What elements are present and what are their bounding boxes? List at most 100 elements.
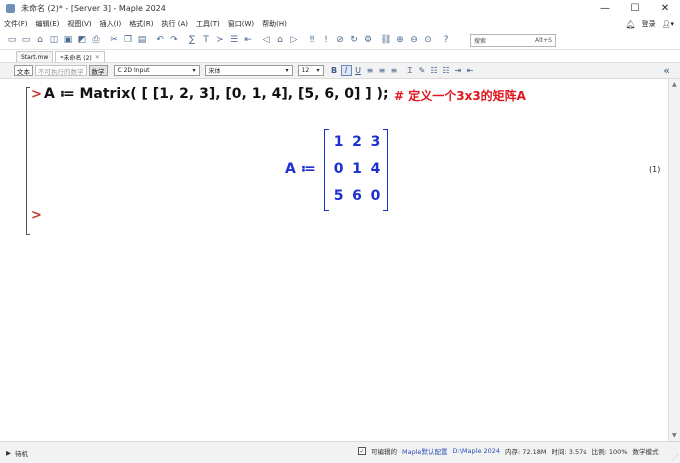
insert-section-icon[interactable]: ☰: [228, 34, 240, 46]
menu-file[interactable]: 文件(F): [0, 19, 32, 29]
matrix-output: 1 2 3 0 1 4 5 6 0: [324, 129, 388, 211]
insert-prompt-icon[interactable]: ≻: [214, 34, 226, 46]
user-icon[interactable]: 👤︎▾: [662, 20, 674, 28]
menu-insert[interactable]: 插入(I): [96, 19, 126, 29]
italic-button[interactable]: I: [340, 65, 352, 76]
open-url-icon[interactable]: ◫: [48, 34, 60, 46]
close-tab-icon[interactable]: ✕: [95, 54, 100, 61]
memory-usage: 内存: 72.18M: [505, 448, 547, 456]
menu-format[interactable]: 格式(R): [125, 19, 157, 29]
text-mode-button[interactable]: 文本: [14, 65, 33, 76]
indent-icon[interactable]: ⇥: [453, 65, 464, 76]
menu-view[interactable]: 视图(V): [63, 19, 95, 29]
help-icon[interactable]: ?: [440, 34, 452, 46]
text-color-icon[interactable]: Ꮖ: [405, 65, 416, 76]
zoom-level: 比例: 100%: [591, 448, 628, 456]
worksheet[interactable]: > A ≔ Matrix( [ [1, 2, 3], [0, 1, 4], [5…: [0, 79, 668, 441]
copy-icon[interactable]: ❐: [122, 34, 134, 46]
new-worksheet-icon[interactable]: ▭: [20, 34, 32, 46]
align-right-icon[interactable]: ≡: [389, 65, 400, 76]
matrix-row: 0 1 4: [325, 161, 389, 177]
matrix-cell: 4: [370, 161, 381, 177]
insert-math-icon[interactable]: ∑: [186, 34, 198, 46]
execution-group-bracket[interactable]: [26, 87, 30, 235]
resize-grip-icon[interactable]: ⋰: [672, 454, 678, 461]
editable-checkbox[interactable]: ✓: [358, 447, 366, 455]
login-link[interactable]: 登录: [642, 19, 656, 29]
matrix-cell: 5: [333, 188, 344, 204]
execute-all-icon[interactable]: ‼: [306, 34, 318, 46]
save-cloud-icon[interactable]: ◩: [76, 34, 88, 46]
matrix-cell: 1: [352, 161, 362, 177]
search-placeholder: 搜索: [474, 38, 487, 45]
minimize-button[interactable]: —: [590, 0, 620, 17]
status-play-icon: ▶: [6, 448, 11, 457]
redo-icon[interactable]: ↷: [168, 34, 180, 46]
bold-button[interactable]: B: [329, 65, 340, 76]
cut-icon[interactable]: ✂: [108, 34, 120, 46]
scroll-up-icon[interactable]: ▲: [672, 81, 677, 88]
style-select[interactable]: C 2D Input ▾: [113, 65, 200, 76]
undo-icon[interactable]: ↶: [154, 34, 166, 46]
execute-icon[interactable]: !: [320, 34, 332, 46]
paste-icon[interactable]: ▤: [136, 34, 148, 46]
restart-icon[interactable]: ↻: [348, 34, 360, 46]
numbered-list-icon[interactable]: ☷: [441, 65, 452, 76]
print-icon[interactable]: ⎙: [90, 34, 102, 46]
forward-icon[interactable]: ▷: [288, 34, 300, 46]
path-link[interactable]: D:\Maple 2024: [453, 447, 501, 455]
input-comment: # 定义一个3x3的矩阵A: [394, 89, 526, 103]
menu-edit[interactable]: 编辑(E): [32, 19, 64, 29]
menu-tools[interactable]: 工具(T): [192, 19, 224, 29]
font-select[interactable]: 宋体 ▾: [204, 65, 293, 76]
menu-help[interactable]: 帮助(H): [258, 19, 291, 29]
search-shortcut: Alt+S: [535, 37, 552, 44]
style-select-value: C 2D Input: [117, 67, 150, 74]
outdent-icon[interactable]: ⇤: [465, 65, 476, 76]
matrix-row: 1 2 3: [325, 134, 389, 150]
maximize-button[interactable]: ☐: [620, 0, 650, 17]
collapse-palette-icon[interactable]: «: [663, 64, 670, 77]
matrix-cell: 3: [370, 134, 381, 150]
equation-label[interactable]: (1): [649, 165, 660, 174]
zoom-in-icon[interactable]: ⊕: [394, 34, 406, 46]
config-link[interactable]: Maple默认配置: [402, 446, 448, 456]
input-mode: 数学模式: [632, 448, 659, 456]
new-document-icon[interactable]: ▭: [6, 34, 18, 46]
nonexec-math-button[interactable]: 不可执行的数学: [35, 65, 87, 76]
zoom-reset-icon[interactable]: ⊙: [422, 34, 434, 46]
highlight-icon[interactable]: ✎: [417, 65, 428, 76]
tab-untitled[interactable]: *未命名 (2) ✕: [55, 51, 105, 62]
stop-icon[interactable]: ⊘: [334, 34, 346, 46]
link-icon[interactable]: ⛓: [380, 34, 392, 46]
bell-icon[interactable]: 🔔︎: [625, 20, 635, 29]
outdent-icon[interactable]: ⇤: [242, 34, 254, 46]
scroll-down-icon[interactable]: ▼: [672, 432, 677, 439]
size-select[interactable]: 12 ▾: [297, 65, 324, 76]
empty-prompt[interactable]: >: [31, 208, 42, 223]
menu-evaluate[interactable]: 执行 (A): [158, 19, 192, 29]
math-mode-button[interactable]: 数学: [88, 65, 108, 76]
input-command[interactable]: A ≔ Matrix( [ [1, 2, 3], [0, 1, 4], [5, …: [44, 86, 389, 102]
matrix-cell: 0: [333, 161, 344, 177]
menu-window[interactable]: 窗口(W): [224, 19, 258, 29]
bullet-list-icon[interactable]: ☷: [429, 65, 440, 76]
save-icon[interactable]: ▣: [62, 34, 74, 46]
search-input[interactable]: 搜索 Alt+S: [470, 34, 556, 47]
open-icon[interactable]: ⌂: [34, 34, 46, 46]
zoom-out-icon[interactable]: ⊖: [408, 34, 420, 46]
home-icon[interactable]: ⌂: [274, 34, 286, 46]
close-button[interactable]: ✕: [650, 0, 680, 17]
underline-button[interactable]: U: [353, 65, 364, 76]
debug-icon[interactable]: ⚙: [362, 34, 374, 46]
font-select-value: 宋体: [208, 68, 221, 75]
vertical-scrollbar[interactable]: ▲ ▼: [668, 79, 680, 441]
tab-start[interactable]: Start.mw: [16, 51, 54, 62]
align-left-icon[interactable]: ≡: [365, 65, 376, 76]
align-center-icon[interactable]: ≡: [377, 65, 388, 76]
insert-text-icon[interactable]: T: [200, 34, 212, 46]
menu-bar: 文件(F) 编辑(E) 视图(V) 插入(I) 格式(R) 执行 (A) 工具(…: [0, 17, 680, 31]
editable-label: 可编辑的: [371, 448, 397, 456]
back-icon[interactable]: ◁: [260, 34, 272, 46]
chevron-down-icon: ▾: [192, 67, 196, 74]
